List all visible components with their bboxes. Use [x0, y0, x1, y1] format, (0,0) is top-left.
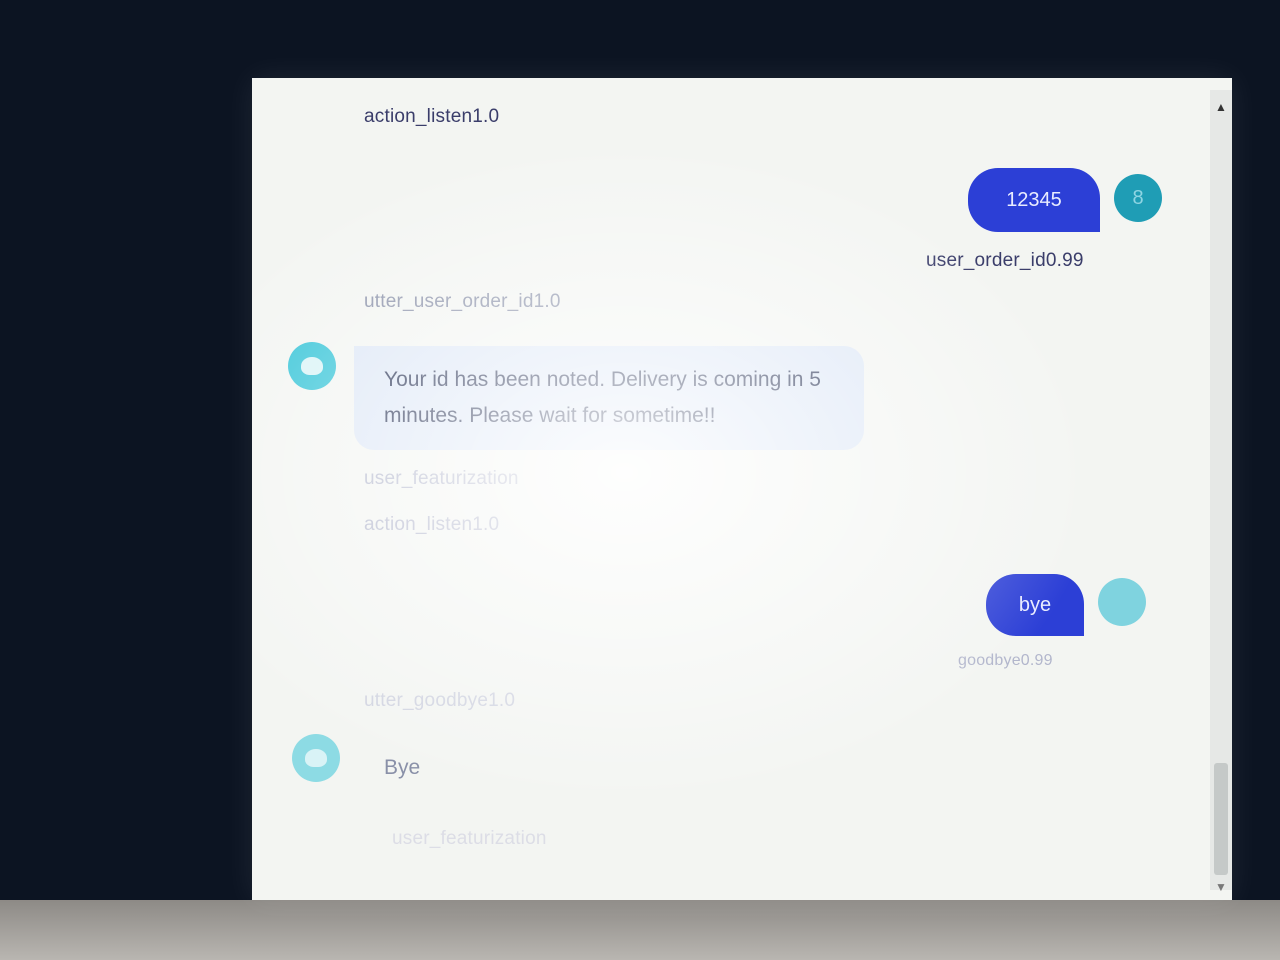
- action-tag: action_listen1.0: [364, 514, 500, 535]
- chat-window: action_listen1.0 12345 8 user_order_id0.…: [252, 78, 1232, 900]
- user-avatar-icon: [1098, 578, 1146, 626]
- featurization-tag: user_featurization: [392, 828, 547, 849]
- intent-tag: goodbye0.99: [958, 652, 1053, 669]
- action-tag: utter_goodbye1.0: [364, 690, 516, 711]
- triangle-up-icon[interactable]: ▲: [1210, 96, 1232, 118]
- bot-message-text: Your id has been noted. Delivery is comi…: [384, 368, 821, 427]
- user-message-bubble: 12345: [968, 168, 1100, 232]
- user-avatar-icon: 8: [1114, 174, 1162, 222]
- user-message-text: 12345: [1006, 188, 1062, 211]
- user-message-text: bye: [1018, 593, 1052, 616]
- scrollbar-thumb[interactable]: [1214, 763, 1228, 875]
- user-message-bubble: bye: [986, 574, 1084, 636]
- intent-tag: user_order_id0.99: [926, 250, 1084, 271]
- featurization-tag: user_featurization: [364, 468, 519, 489]
- action-tag: action_listen1.0: [364, 106, 500, 127]
- user-avatar-label: 8: [1132, 186, 1144, 209]
- bot-face-icon: [288, 342, 336, 390]
- desk-surface: [0, 900, 1280, 960]
- bot-face-icon: [292, 734, 340, 782]
- bot-message-bubble: Your id has been noted. Delivery is comi…: [354, 346, 864, 450]
- action-tag: utter_user_order_id1.0: [364, 291, 561, 312]
- bot-message-text: Bye: [384, 756, 421, 779]
- triangle-down-icon[interactable]: ▼: [1210, 876, 1232, 898]
